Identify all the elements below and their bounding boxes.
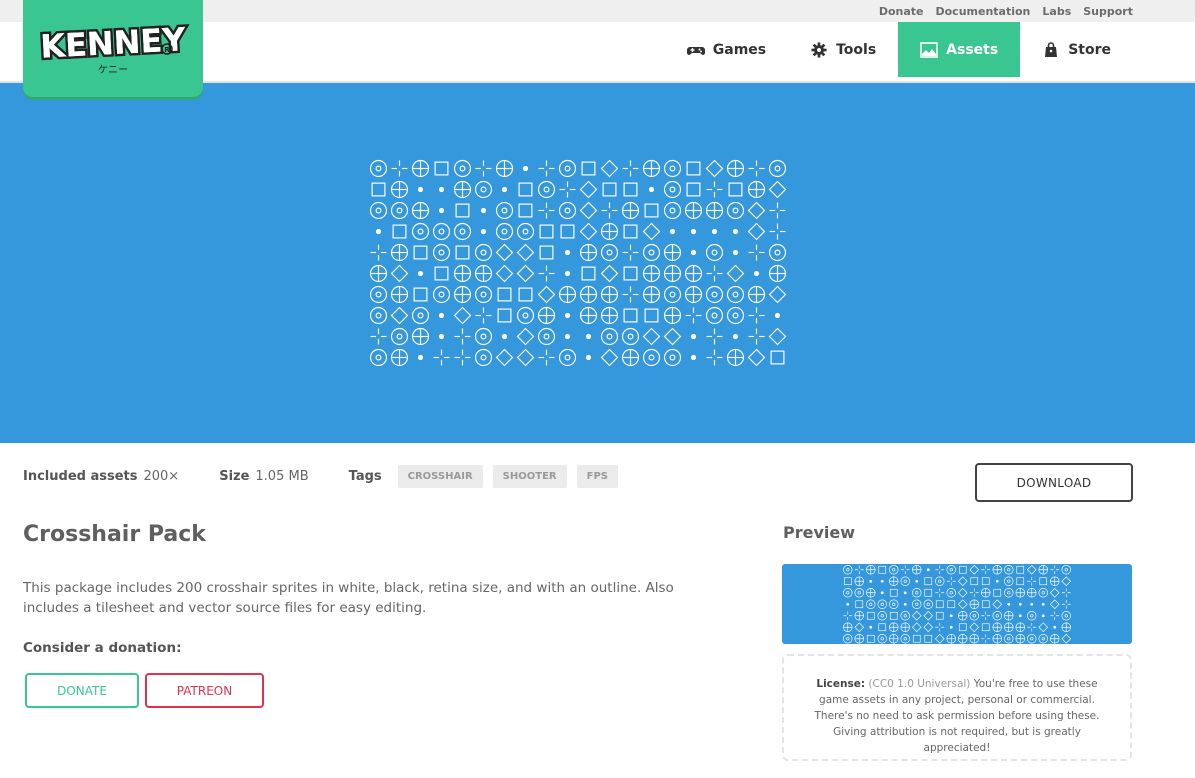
size-value: 1.05 MB [255, 469, 309, 484]
gamepad-icon [686, 46, 705, 55]
hero-banner [0, 83, 1195, 443]
preview-image[interactable] [782, 564, 1132, 644]
tags-label: Tags [348, 469, 382, 484]
top-links: Donate Documentation Labs Support [867, 5, 1133, 18]
description: This package includes 200 crosshair spri… [23, 580, 674, 616]
logo-subtext: ケニー [98, 64, 128, 76]
donate-button[interactable]: DONATE [25, 673, 139, 708]
top-link-donate[interactable]: Donate [879, 5, 924, 18]
nav-store-label: Store [1068, 41, 1111, 58]
tag-fps[interactable]: FPS [576, 465, 618, 488]
tag-crosshair[interactable]: CROSSHAIR [397, 465, 483, 488]
license-label: License: [816, 678, 866, 690]
nav-games-label: Games [712, 41, 767, 58]
top-link-labs[interactable]: Labs [1042, 5, 1071, 18]
gear-icon [811, 41, 827, 58]
main-nav: Games Tools Assets Store [665, 22, 1133, 77]
nav-store[interactable]: Store [1020, 22, 1133, 77]
donation-heading: Consider a donation: [23, 640, 182, 656]
page-title: Crosshair Pack [23, 522, 206, 547]
license-box: License: (CC0 1.0 Universal) You're free… [782, 654, 1132, 761]
size-label: Size [219, 469, 250, 484]
patreon-button[interactable]: PATREON [145, 673, 264, 708]
included-value: 200× [143, 469, 180, 484]
tag-shooter[interactable]: SHOOTER [492, 465, 567, 488]
image-icon [920, 41, 938, 58]
nav-assets[interactable]: Assets [898, 22, 1021, 77]
svg-text:KENNEY: KENNEY [39, 20, 187, 66]
nav-tools[interactable]: Tools [788, 22, 898, 77]
download-button[interactable]: DOWNLOAD [975, 463, 1133, 502]
nav-games[interactable]: Games [665, 22, 788, 77]
nav-assets-label: Assets [946, 41, 999, 58]
kenney-logo[interactable]: KENNEY KENNEY R ケニー [23, 0, 203, 97]
preview-heading: Preview [783, 523, 856, 542]
included-label: Included assets [23, 469, 138, 484]
bag-icon [1045, 41, 1058, 57]
crosshair-sheet-image [369, 159, 787, 367]
top-link-documentation[interactable]: Documentation [935, 5, 1030, 18]
svg-text:R: R [164, 46, 170, 54]
top-link-support[interactable]: Support [1083, 5, 1133, 18]
nav-tools-label: Tools [836, 41, 877, 58]
asset-meta: Included assets 200× Size 1.05 MB Tags C… [23, 465, 618, 488]
license-type[interactable]: (CC0 1.0 Universal) [868, 678, 970, 690]
